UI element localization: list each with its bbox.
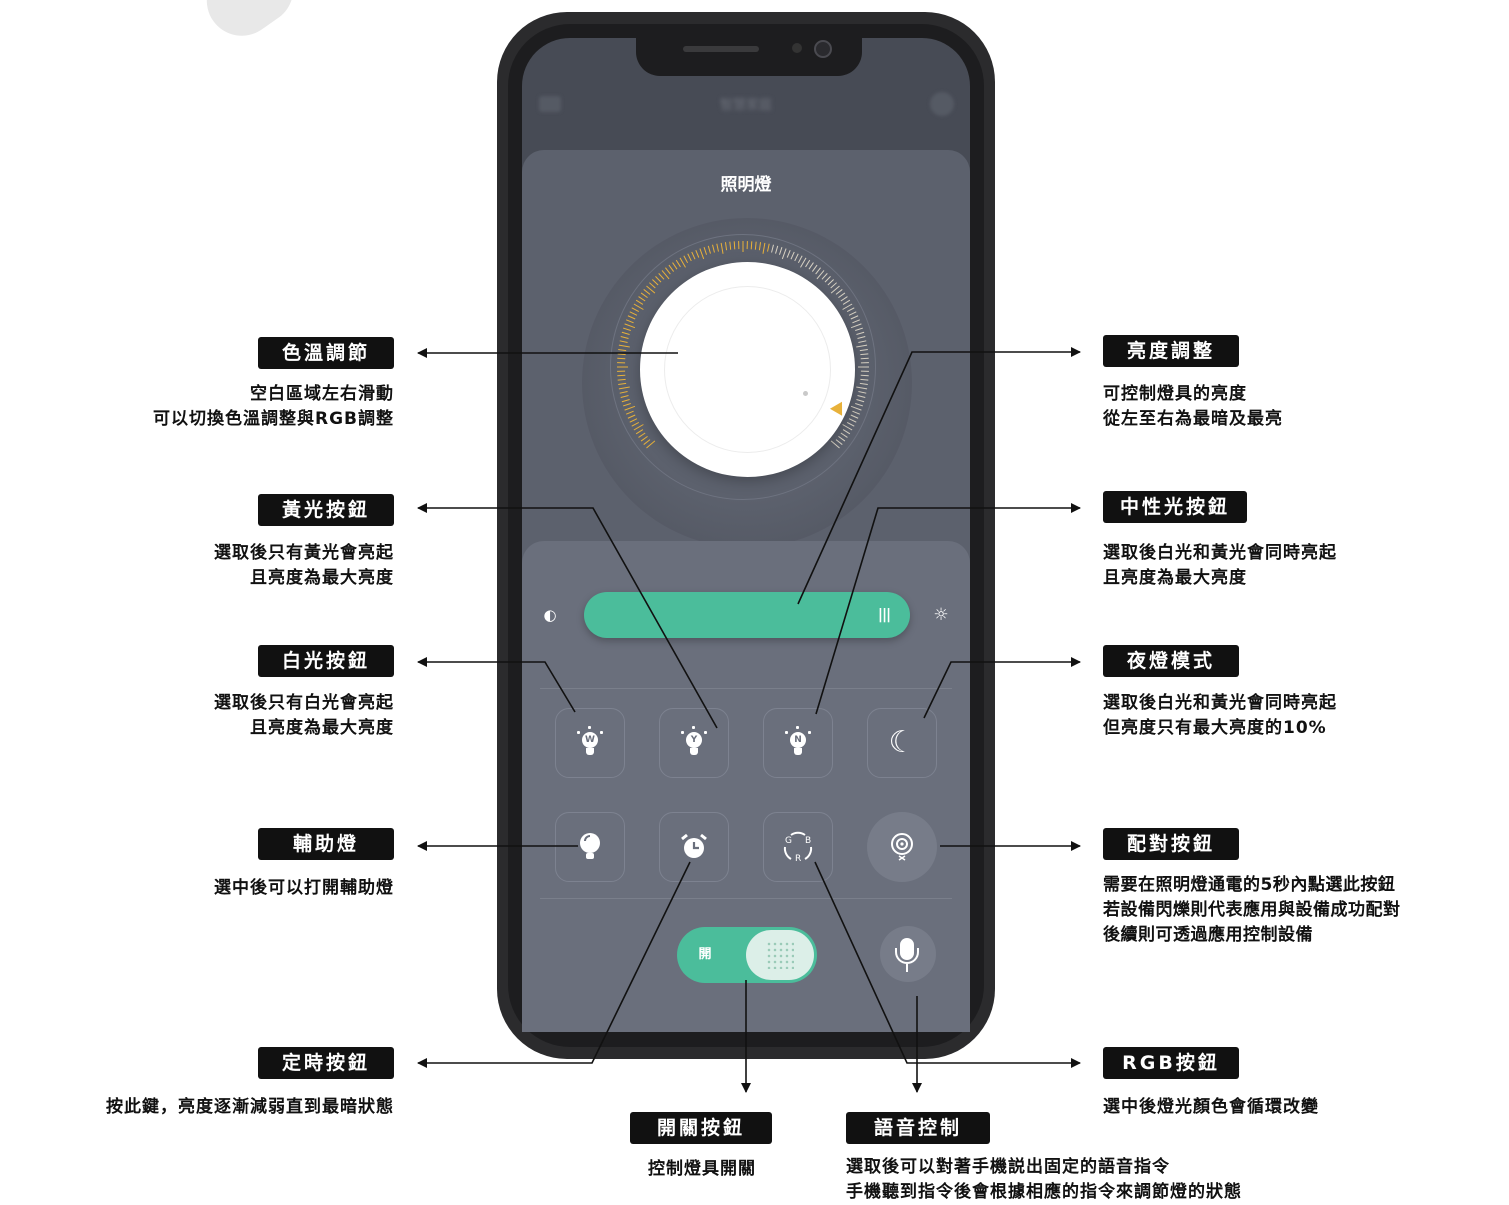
neutral-light-label: 中性光按鈕 <box>1103 491 1247 523</box>
neutral-light-desc: 選取後白光和黃光會同時亮起 且亮度為最大亮度 <box>1103 543 1337 588</box>
timer-label: 定時按鈕 <box>258 1047 394 1079</box>
night-mode-label: 夜燈模式 <box>1103 645 1239 677</box>
color-temp-label: 色溫調節 <box>258 337 394 369</box>
color-temp-desc: 空白區域左右滑動 可以切換色溫調整與RGB調整 <box>152 384 394 429</box>
rgb-label: RGB按鈕 <box>1103 1047 1239 1079</box>
brightness-desc: 可控制燈具的亮度 從左至右為最暗及最亮 <box>1103 384 1283 429</box>
power-label: 開關按鈕 <box>630 1112 772 1144</box>
yellow-light-label: 黃光按鈕 <box>258 494 394 526</box>
night-mode-desc: 選取後白光和黃光會同時亮起 但亮度只有最大亮度的10% <box>1103 693 1337 738</box>
power-desc: 控制燈具開關 <box>648 1159 756 1179</box>
pair-label: 配對按鈕 <box>1103 828 1239 860</box>
pair-desc: 需要在照明燈通電的5秒內點選此按鈕 若設備閃爍則代表應用與設備成功配對 後續則可透過… <box>1103 875 1401 945</box>
brightness-label: 亮度調整 <box>1103 335 1239 367</box>
voice-label: 語音控制 <box>846 1112 990 1144</box>
aux-light-label: 輔助燈 <box>258 828 394 860</box>
timer-desc: 按此鍵，亮度逐漸減弱直到最暗狀態 <box>106 1097 394 1117</box>
white-light-desc: 選取後只有白光會亮起 且亮度為最大亮度 <box>214 693 394 738</box>
annotation-connectors <box>417 347 1081 1093</box>
voice-desc: 選取後可以對著手機説出固定的語音指令 手機聽到指令後會根據相應的指令來調節燈的狀態 <box>846 1157 1242 1202</box>
rgb-desc: 選中後燈光顏色會循環改變 <box>1103 1097 1319 1117</box>
aux-light-desc: 選中後可以打開輔助燈 <box>214 878 394 898</box>
yellow-light-desc: 選取後只有黃光會亮起 且亮度為最大亮度 <box>214 543 394 588</box>
white-light-label: 白光按鈕 <box>258 645 394 677</box>
